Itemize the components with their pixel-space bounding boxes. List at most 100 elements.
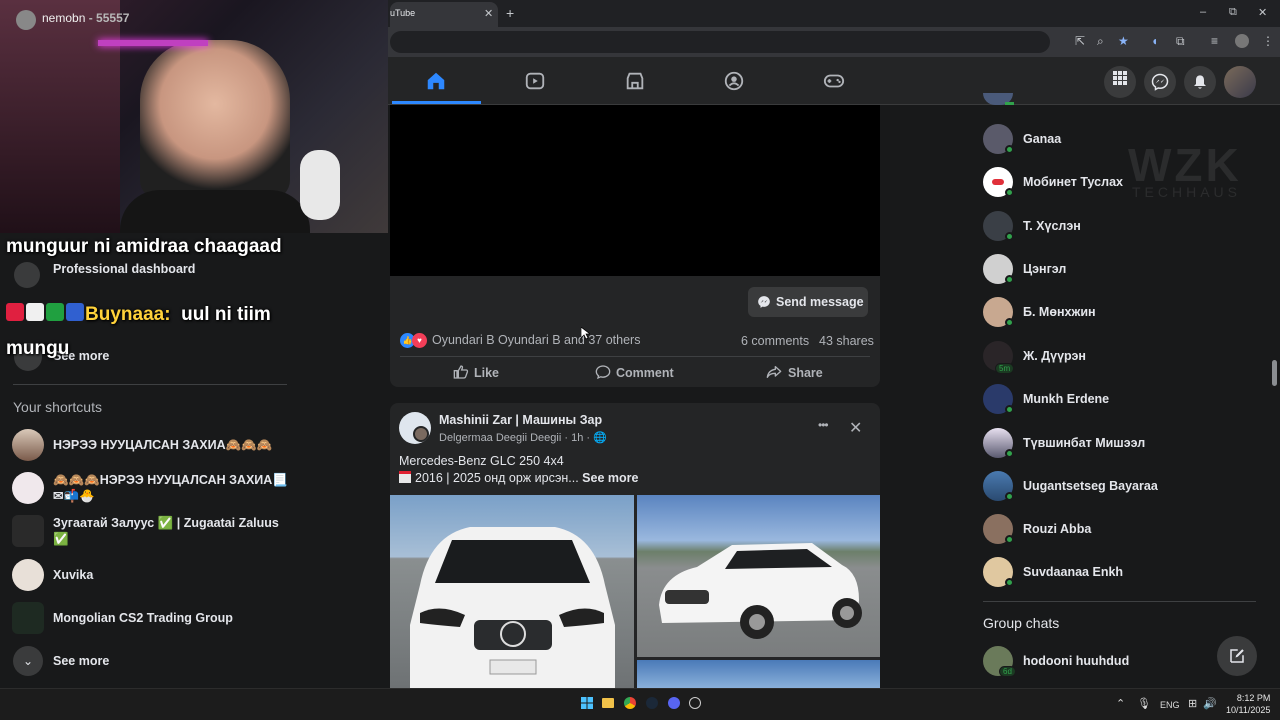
chrome-icon[interactable]: [624, 697, 636, 709]
account-avatar[interactable]: [1224, 66, 1256, 98]
see-more-link[interactable]: See more: [582, 471, 638, 485]
menu-grid-icon[interactable]: [1104, 66, 1136, 98]
streamer-name-text: nemobn: [42, 11, 86, 25]
thumbs-up-icon: [453, 365, 469, 379]
address-bar[interactable]: [390, 31, 1050, 53]
car-photo[interactable]: [390, 495, 634, 688]
chevron-down-icon[interactable]: ⌄: [13, 646, 43, 676]
contacts-divider: [983, 601, 1256, 602]
group-chats-heading: Group chats: [983, 615, 1060, 631]
online-indicator: [1005, 492, 1014, 501]
extension-icon[interactable]: ◖: [1151, 34, 1158, 48]
windows-start-icon[interactable]: [581, 697, 593, 709]
shortcuts-heading: Your shortcuts: [13, 399, 102, 415]
car-photo[interactable]: [637, 495, 880, 657]
steam-icon[interactable]: [646, 697, 658, 709]
volume-icon[interactable]: 🔊: [1203, 697, 1217, 710]
contact-item[interactable]: Цэнгэл: [983, 254, 1263, 290]
window-close-button[interactable]: ✕: [1258, 6, 1267, 19]
webcam-overlay: [0, 0, 388, 233]
new-tab-button[interactable]: +: [506, 5, 514, 21]
post-time[interactable]: · 1h ·: [564, 432, 590, 444]
tab-close-icon[interactable]: ✕: [484, 7, 493, 20]
shares-count[interactable]: 43 shares: [819, 334, 874, 348]
reading-list-icon[interactable]: ≡: [1211, 34, 1218, 48]
extensions-puzzle-icon[interactable]: ⧉: [1176, 34, 1185, 49]
grid-badge-icon: [66, 303, 84, 321]
activity-badge: 5m: [995, 363, 1015, 374]
contact-item[interactable]: Т. Хүслэн: [983, 211, 1263, 247]
page-name-link[interactable]: Mashinii Zar | Машины Зар: [439, 413, 602, 427]
messenger-icon[interactable]: [1144, 66, 1176, 98]
more-options-icon[interactable]: •••: [818, 418, 829, 432]
notifications-bell-icon[interactable]: [1184, 66, 1216, 98]
close-post-icon[interactable]: ✕: [849, 418, 862, 438]
language-indicator[interactable]: ENG: [1160, 700, 1180, 710]
new-message-icon[interactable]: [1217, 636, 1257, 676]
scrollbar-thumb[interactable]: [1272, 360, 1277, 386]
tray-chevron-icon[interactable]: ⌃: [1116, 697, 1125, 710]
network-icon[interactable]: ⊞: [1188, 697, 1197, 710]
system-clock[interactable]: 8:12 PM 10/11/2025: [1226, 692, 1270, 716]
obs-icon[interactable]: [689, 697, 701, 709]
shortcut-item[interactable]: 🙈🙈🙈НЭРЭЭ НУУЦАЛСАН ЗАХИА📃✉📬🐣: [12, 472, 382, 508]
browser-tab[interactable]: uTube: [390, 2, 498, 27]
groups-icon[interactable]: [722, 70, 746, 92]
chat-overlay-line1: munguur ni amidraa chaagaad: [6, 236, 282, 257]
zoom-icon[interactable]: ⌕: [1097, 34, 1104, 49]
car-front-image: [410, 527, 615, 688]
share-button[interactable]: Share: [765, 364, 823, 380]
shortcut-label: НЭРЭЭ НУУЦАЛСАН ЗАХИА🙈🙈🙈: [53, 438, 273, 452]
activity-badge: 6d: [999, 666, 1016, 677]
bookmark-star-icon[interactable]: ★: [1118, 34, 1129, 48]
page-avatar[interactable]: [399, 412, 431, 444]
contact-item[interactable]: Түвшинбат Мишээл: [983, 428, 1263, 464]
action-divider: [400, 356, 870, 357]
install-app-icon[interactable]: ⇱: [1075, 34, 1085, 48]
car-photo[interactable]: [637, 660, 880, 688]
send-message-button[interactable]: Send message: [748, 287, 868, 317]
contact-item[interactable]: Ganaa: [983, 124, 1263, 160]
shortcut-item[interactable]: Зугаатай Залуус ✅ | Zugaatai Zaluus ✅: [12, 515, 382, 551]
shortcut-label: 🙈🙈🙈НЭРЭЭ НУУЦАЛСАН ЗАХИА📃✉📬🐣: [53, 473, 288, 503]
maximize-button[interactable]: ⧉: [1229, 6, 1237, 19]
contact-item[interactable]: Uugantsetseg Bayaraa: [983, 471, 1263, 507]
author-avatar: [413, 426, 429, 442]
browser-menu-icon[interactable]: ⋮: [1262, 34, 1274, 48]
clock-time: 8:12 PM: [1236, 693, 1271, 703]
shortcut-label: Mongolian CS2 Trading Group: [53, 611, 233, 625]
contact-item[interactable]: Suvdaanaa Enkh: [983, 557, 1263, 593]
online-indicator: [1005, 578, 1014, 587]
shortcut-item[interactable]: НЭРЭЭ НУУЦАЛСАН ЗАХИА🙈🙈🙈: [12, 429, 382, 465]
gaming-icon[interactable]: [822, 70, 846, 92]
professional-dashboard-link[interactable]: Professional dashboard: [53, 262, 195, 276]
see-more-shortcuts-link[interactable]: See more: [53, 654, 109, 668]
shortcut-item[interactable]: Mongolian CS2 Trading Group: [12, 602, 382, 638]
sidebar-divider: [13, 384, 287, 385]
online-indicator: [1005, 188, 1014, 197]
clock-date: 10/11/2025: [1226, 705, 1271, 715]
microphone-icon[interactable]: 🎙: [1137, 697, 1151, 710]
like-button[interactable]: Like: [453, 364, 499, 380]
active-tab-indicator: [392, 101, 481, 104]
file-explorer-icon[interactable]: [602, 698, 614, 708]
profile-avatar[interactable]: [1235, 34, 1249, 48]
contact-item[interactable]: 5m Ж. Дүүрэн: [983, 341, 1263, 377]
author-name[interactable]: Delgermaa Deegii Deegii: [439, 432, 561, 444]
comments-count[interactable]: 6 comments: [741, 334, 809, 348]
contact-item[interactable]: Мобинет Туслах: [983, 167, 1263, 203]
contact-item[interactable]: Munkh Erdene: [983, 384, 1263, 420]
contact-item[interactable]: Б. Мөнхжин: [983, 297, 1263, 333]
video-icon[interactable]: [523, 70, 547, 92]
minimize-button[interactable]: –: [1200, 6, 1206, 18]
streamer-avatar: [16, 10, 36, 30]
home-icon[interactable]: [424, 70, 448, 92]
contact-name: Munkh Erdene: [1023, 392, 1110, 406]
discord-icon[interactable]: [668, 697, 680, 709]
contact-item[interactable]: Rouzi Abba: [983, 514, 1263, 550]
marketplace-icon[interactable]: [623, 70, 647, 92]
post-video[interactable]: [390, 105, 880, 276]
reactions-summary[interactable]: 👍 ♥ Oyundari B Oyundari B and 37 others: [400, 333, 640, 349]
comment-button[interactable]: Comment: [595, 364, 674, 380]
shortcut-item[interactable]: Xuvika: [12, 559, 382, 595]
